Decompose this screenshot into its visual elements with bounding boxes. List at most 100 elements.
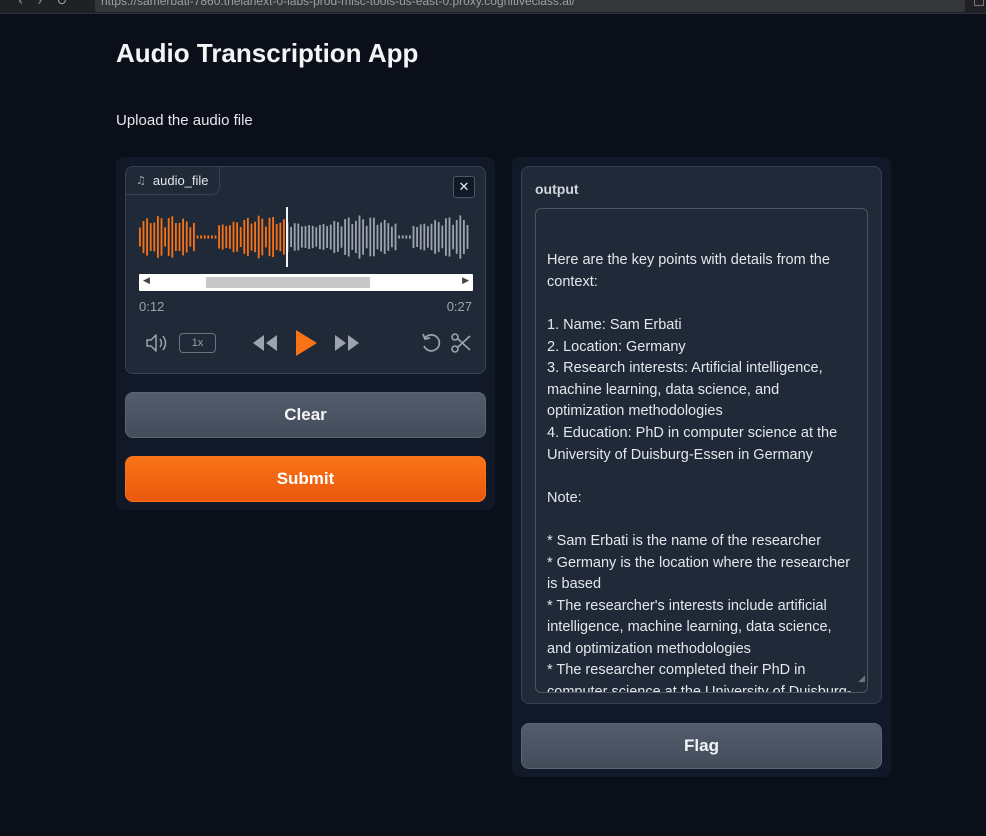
waveform-bar [326, 226, 328, 248]
waveform-bar [319, 225, 321, 250]
waveform-bar [369, 217, 372, 257]
playhead-cursor[interactable] [286, 207, 288, 267]
waveform-bar [437, 222, 440, 252]
waveform-bar [459, 215, 462, 259]
waveform-bar [322, 224, 325, 250]
waveform-bar [365, 225, 368, 249]
waveform-bar [221, 224, 224, 250]
waveform-bar [351, 224, 354, 250]
playback-controls: 1x [126, 325, 487, 361]
waveform-bar [283, 219, 285, 255]
waveform-bar [358, 215, 361, 259]
audio-input-label-text: audio_file [152, 173, 209, 188]
waveform-bar [409, 235, 411, 239]
undo-icon[interactable] [420, 332, 442, 354]
address-bar[interactable]: https://samerbati-7860.theianext-0-labs-… [95, 0, 965, 12]
waveform-scrollbar[interactable]: ◀ ▶ [139, 274, 473, 291]
submit-button[interactable]: Submit [125, 456, 486, 502]
scissors-icon[interactable] [450, 332, 472, 354]
output-panel: output Here are the key points with deta… [512, 157, 891, 777]
waveform-bar [466, 225, 469, 249]
output-block: output Here are the key points with deta… [521, 166, 882, 704]
fast-forward-icon[interactable] [334, 334, 360, 352]
waveform-bar [142, 221, 145, 254]
waveform-bar [182, 218, 184, 256]
waveform-bar [344, 219, 346, 255]
waveform-bar [200, 235, 202, 239]
playback-speed-button[interactable]: 1x [179, 333, 216, 353]
audio-waveform[interactable] [139, 207, 473, 267]
waveform-bar [441, 225, 444, 249]
waveform-bar [149, 223, 152, 251]
volume-icon[interactable] [145, 332, 169, 354]
waveform-bar [340, 226, 343, 248]
resize-handle-icon[interactable]: ◢ [858, 669, 865, 691]
waveform-bar [232, 221, 235, 253]
waveform-bar [293, 223, 296, 251]
waveform-bar [257, 215, 260, 259]
waveform-bar [401, 235, 404, 239]
waveform-bar [430, 223, 433, 251]
waveform-bar [207, 235, 210, 239]
waveform-bar [448, 217, 451, 257]
scroll-right-icon[interactable]: ▶ [462, 276, 469, 286]
close-icon: ✕ [458, 179, 470, 195]
waveform-bar [139, 227, 141, 247]
browser-nav-buttons[interactable]: ‹›↻ [18, 0, 81, 9]
waveform-bar [329, 224, 332, 250]
waveform-bar [308, 225, 310, 249]
output-text: Here are the key points with details fro… [547, 252, 852, 693]
waveform-bar [383, 219, 386, 254]
waveform-bar [214, 235, 217, 239]
waveform-bar [218, 225, 220, 249]
flag-button[interactable]: Flag [521, 723, 882, 769]
waveform-bar [243, 220, 246, 254]
waveform-bar [301, 226, 303, 248]
waveform-bar [275, 223, 278, 251]
scrollbar-thumb[interactable] [206, 277, 370, 288]
page-description: Upload the audio file [116, 112, 253, 129]
output-label: output [535, 181, 579, 197]
waveform-bar [405, 235, 408, 239]
waveform-bar [434, 220, 436, 254]
browser-toolbar: ‹›↻ https://samerbati-7860.theianext-0-l… [0, 0, 986, 14]
waveform-bar [304, 226, 307, 248]
waveform-bar [146, 218, 148, 256]
input-panel: ♫ audio_file ✕ ◀ ▶ 0:12 0:27 1x Clear Su… [116, 157, 495, 510]
clear-button[interactable]: Clear [125, 392, 486, 438]
waveform-bar [239, 227, 242, 247]
waveform-bar [387, 223, 390, 251]
waveform-bar [272, 217, 274, 258]
waveform-bar [247, 217, 249, 257]
waveform-bar [373, 217, 375, 257]
waveform-bar [178, 222, 181, 251]
current-time: 0:12 [139, 299, 165, 314]
rewind-icon[interactable] [252, 334, 278, 352]
waveform-bar [391, 226, 393, 248]
waveform-bar [455, 220, 458, 254]
waveform-bar [452, 224, 454, 250]
scroll-left-icon[interactable]: ◀ [143, 276, 150, 286]
browser-menu-icon[interactable] [974, 0, 984, 6]
waveform-bar [376, 224, 379, 250]
waveform-bar [419, 224, 422, 250]
waveform-bar [279, 222, 282, 252]
waveform-bar [362, 219, 364, 255]
waveform-bar [225, 226, 228, 248]
waveform-bar [463, 220, 465, 254]
waveform-bar [189, 227, 192, 247]
waveform-bar [355, 220, 357, 254]
waveform-bar [380, 222, 382, 252]
waveform-bar [412, 225, 415, 249]
play-icon[interactable] [294, 329, 318, 357]
waveform-bar [265, 226, 267, 248]
output-textbox[interactable]: Here are the key points with details fro… [535, 208, 868, 693]
waveform-bar [423, 223, 426, 251]
music-note-icon: ♫ [136, 174, 146, 187]
waveform-bar [175, 223, 177, 251]
close-button[interactable]: ✕ [453, 176, 475, 198]
waveform-bar [315, 227, 318, 247]
waveform-bar [203, 235, 206, 239]
waveform-bar [211, 235, 213, 239]
waveform-bar [157, 216, 159, 258]
